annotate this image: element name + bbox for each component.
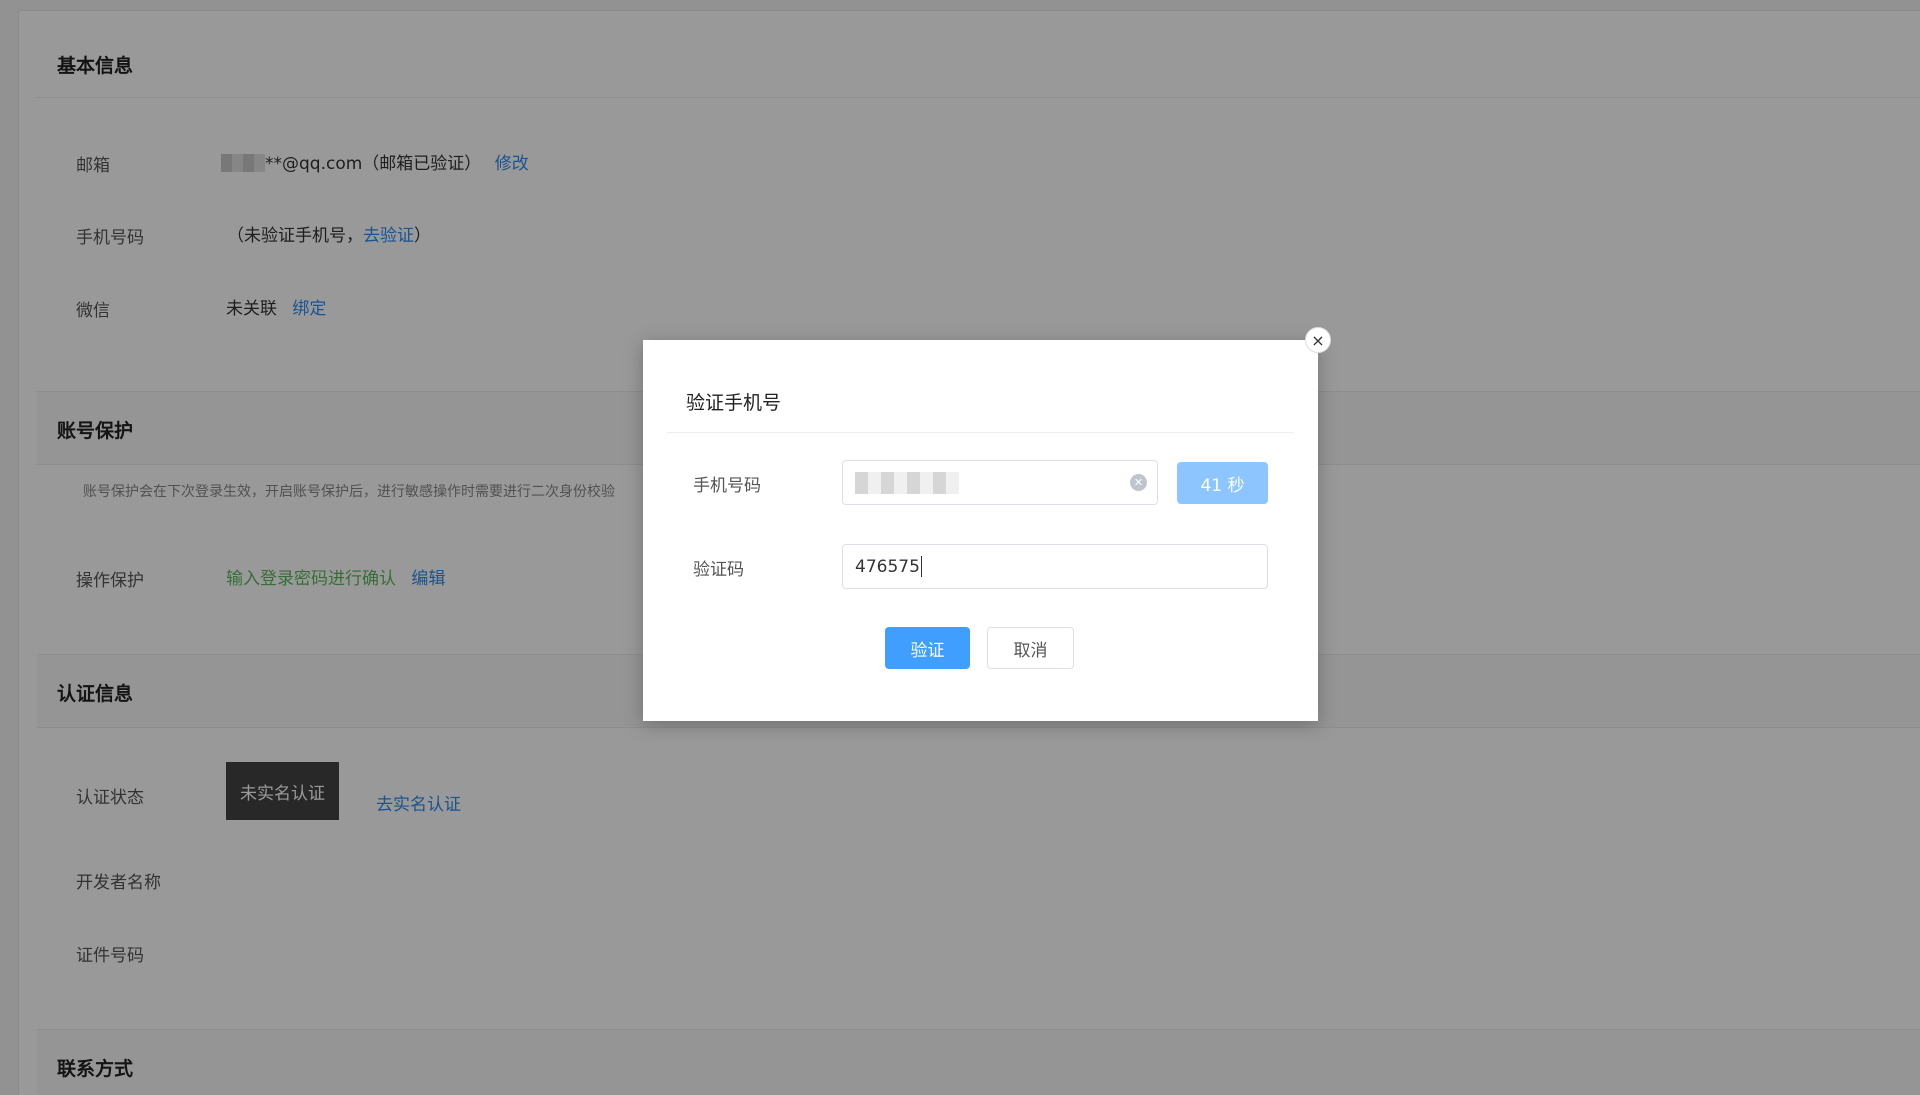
verify-phone-dialog: 验证手机号 手机号码 ✕ 41 秒 验证码 476575 验证 取消 (643, 340, 1318, 721)
dialog-phone-label: 手机号码 (693, 476, 761, 496)
cancel-button[interactable]: 取消 (987, 627, 1074, 669)
dialog-divider (667, 432, 1294, 433)
close-icon[interactable]: × (1305, 327, 1331, 353)
masked-phone-number (855, 471, 959, 494)
dialog-code-label: 验证码 (693, 560, 744, 580)
send-code-countdown-button[interactable]: 41 秒 (1177, 462, 1268, 504)
text-caret (920, 556, 922, 577)
clear-icon[interactable]: ✕ (1130, 474, 1147, 491)
verification-code-input[interactable]: 476575 (842, 544, 1268, 589)
verify-button[interactable]: 验证 (885, 627, 970, 669)
dialog-title: 验证手机号 (686, 392, 782, 414)
dialog-phone-input[interactable]: ✕ (842, 460, 1158, 505)
verification-code-value: 476575 (855, 556, 920, 577)
